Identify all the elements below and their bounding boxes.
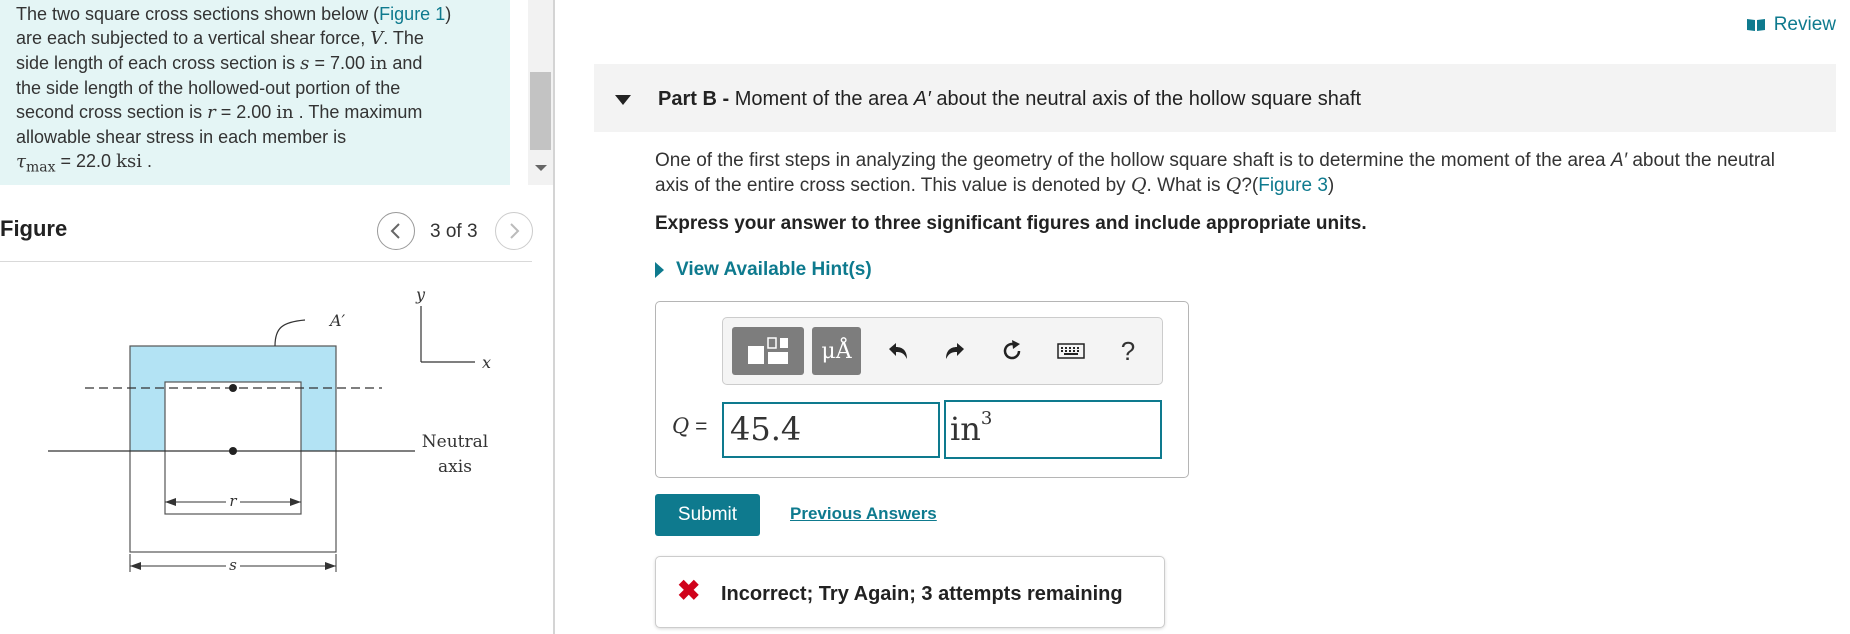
neutral-axis-dot <box>229 447 237 455</box>
centroid-dot <box>229 384 237 392</box>
scrollbar-thumb[interactable] <box>530 72 551 150</box>
figure-divider <box>0 261 532 262</box>
figure-panel-title: Figure <box>0 216 68 241</box>
reset-icon <box>1003 340 1021 360</box>
chevron-left-icon <box>390 223 400 239</box>
units-button[interactable]: μÅ <box>812 327 861 375</box>
s-dim-label: s <box>229 556 237 574</box>
left-pane: The two square cross sections shown belo… <box>0 0 556 634</box>
collapse-caret-icon[interactable] <box>615 95 631 105</box>
scroll-down-arrow-icon[interactable] <box>535 165 547 171</box>
undo-icon <box>889 343 907 359</box>
y-axis-label: y <box>415 285 426 304</box>
submit-button[interactable]: Submit <box>655 494 760 536</box>
a-prime-leader <box>274 319 306 347</box>
undo-button[interactable] <box>878 327 918 375</box>
view-hints-toggle[interactable]: View Available Hint(s) <box>655 259 872 281</box>
neutral-label-line1: Neutral <box>422 432 488 452</box>
a-prime-label: A′ <box>328 311 346 330</box>
feedback-text: Incorrect; Try Again; 3 attempts remaini… <box>721 583 1123 605</box>
pane-divider[interactable] <box>553 0 555 634</box>
answer-instruction: Express your answer to three significant… <box>655 213 1367 234</box>
previous-answers-link[interactable]: Previous Answers <box>790 504 937 524</box>
help-button[interactable]: ? <box>1108 327 1148 375</box>
book-icon <box>1746 19 1765 31</box>
figure-3-link[interactable]: Figure 3 <box>1258 175 1328 196</box>
keyboard-icon <box>1057 343 1085 359</box>
hints-label: View Available Hint(s) <box>676 259 872 280</box>
expand-triangle-icon <box>655 262 664 278</box>
redo-icon <box>946 343 964 359</box>
reset-button[interactable] <box>992 327 1032 375</box>
neutral-label-line2: axis <box>438 457 472 477</box>
chevron-right-icon <box>510 223 520 239</box>
templates-icon <box>748 337 788 364</box>
value-input[interactable]: 45.4 <box>722 402 940 458</box>
incorrect-x-icon: ✖ <box>677 575 701 606</box>
figure-1-link[interactable]: Figure 1 <box>379 4 445 24</box>
problem-statement: The two square cross sections shown belo… <box>0 0 510 185</box>
r-dim-label: r <box>229 492 237 510</box>
redo-button[interactable] <box>935 327 975 375</box>
part-b-title: Part B - Moment of the area A′ about the… <box>658 88 1362 110</box>
previous-figure-button[interactable] <box>377 212 415 250</box>
figure-counter: 3 of 3 <box>430 221 478 242</box>
unit-input[interactable]: in3 <box>944 400 1162 459</box>
x-axis-label: x <box>482 353 491 372</box>
review-label: Review <box>1773 14 1836 35</box>
question-text: One of the first steps in analyzing the … <box>655 150 1775 196</box>
q-label: Q = <box>672 414 708 438</box>
templates-button[interactable] <box>732 327 804 375</box>
review-link[interactable]: Review <box>1746 14 1836 36</box>
next-figure-button[interactable] <box>495 212 533 250</box>
app-root: The two square cross sections shown belo… <box>0 0 1850 634</box>
cross-section-figure: A′ y x Neutral axis r s <box>48 285 491 574</box>
keyboard-button[interactable] <box>1051 327 1091 375</box>
